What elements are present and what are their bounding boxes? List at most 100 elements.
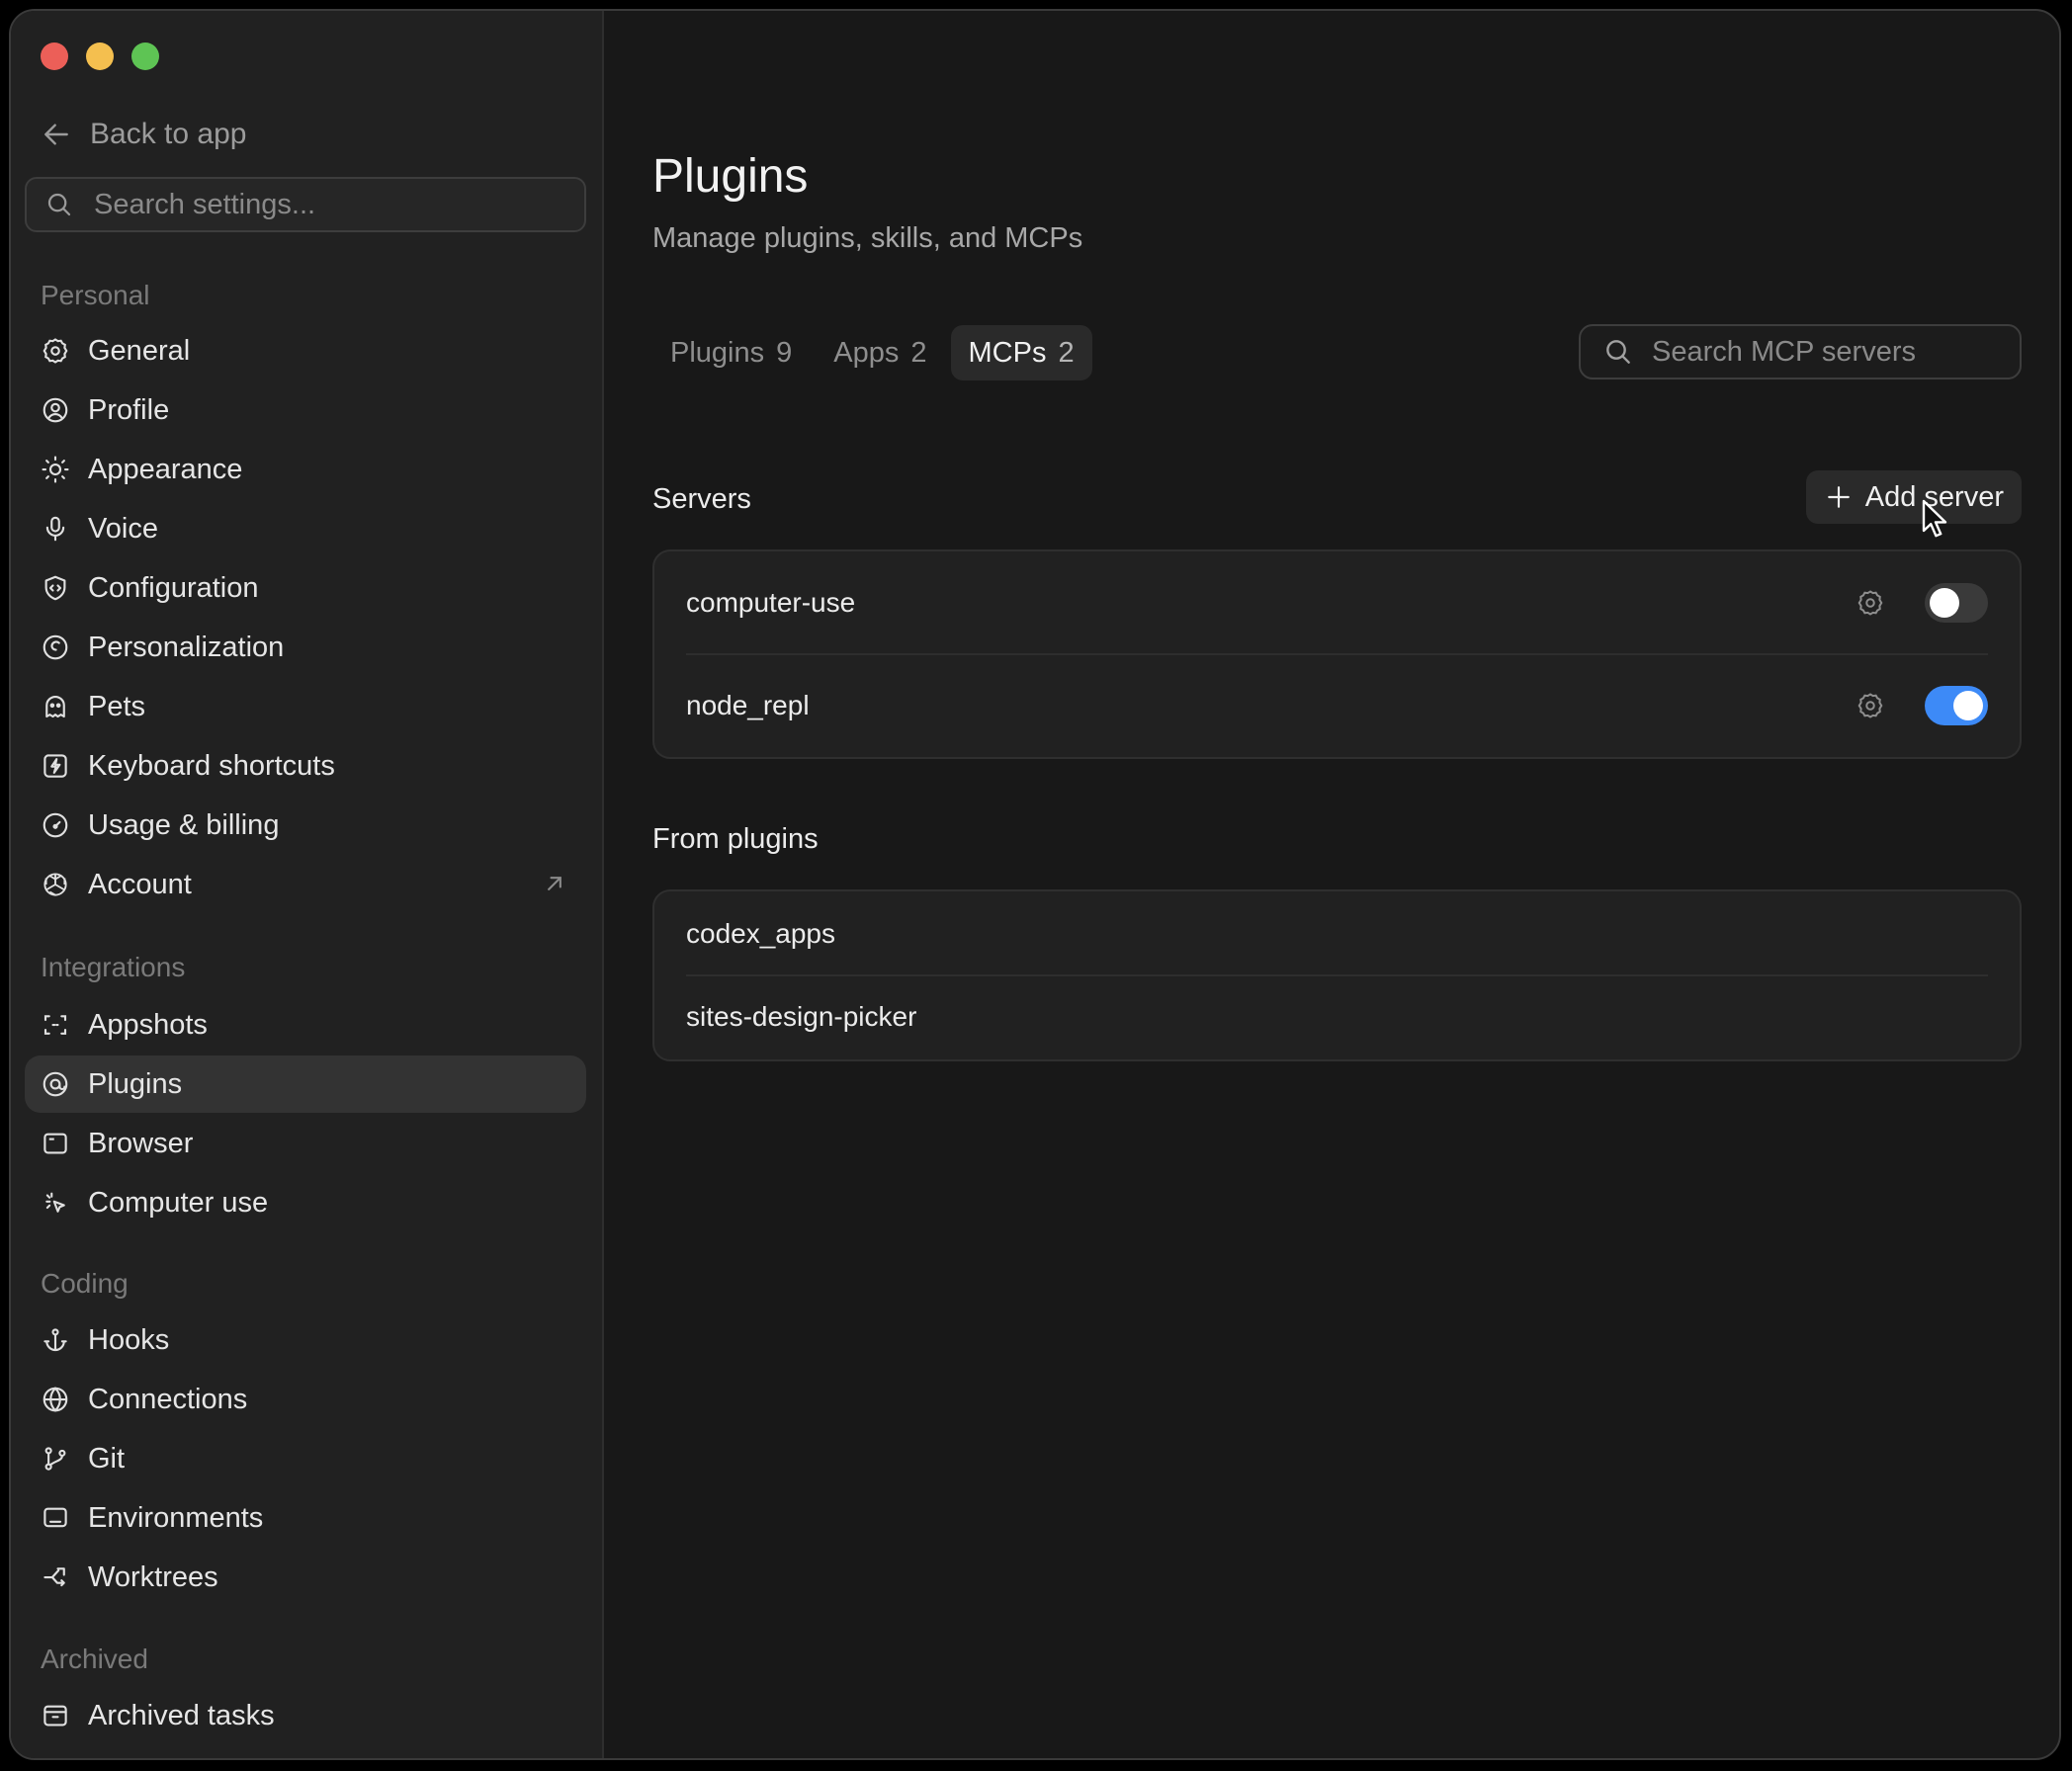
anchor-icon (43, 1328, 67, 1352)
gauge-icon (43, 812, 68, 838)
sidebar-item-environments[interactable]: Environments (25, 1489, 586, 1547)
server-row-computer-use: computer-use (686, 575, 1988, 631)
sidebar-item-label: Personalization (88, 631, 285, 663)
shield-code-icon (44, 575, 66, 601)
tab-plugins[interactable]: Plugins 9 (652, 325, 810, 380)
ghost-icon (45, 695, 65, 718)
search-icon (47, 193, 71, 216)
sidebar-item-git[interactable]: Git (25, 1430, 586, 1487)
tab-label: Apps (833, 336, 900, 369)
server-toggle[interactable] (1925, 583, 1988, 623)
sidebar-item-usage-billing[interactable]: Usage & billing (25, 797, 586, 854)
mcp-search[interactable] (1579, 324, 2022, 380)
tab-mcps[interactable]: MCPs 2 (950, 325, 1092, 380)
sidebar-item-appearance[interactable]: Appearance (25, 441, 586, 498)
tab-count: 2 (910, 336, 927, 369)
servers-card: computer-use node_repl (652, 549, 2022, 759)
tab-bar: Plugins 9 Apps 2 MCPs 2 (652, 325, 1092, 380)
mcp-search-input[interactable] (1650, 334, 2010, 370)
add-server-button[interactable]: Add server (1805, 470, 2022, 524)
close-window-button[interactable] (41, 42, 68, 70)
sidebar-item-label: Connections (88, 1383, 248, 1415)
server-toggle[interactable] (1925, 686, 1988, 725)
archive-box-icon (43, 1705, 67, 1727)
minimize-window-button[interactable] (86, 42, 114, 70)
sidebar-item-appshots[interactable]: Appshots (25, 996, 586, 1054)
sidebar-item-browser[interactable]: Browser (25, 1115, 586, 1172)
cursor-click-icon (45, 1192, 65, 1213)
settings-window: Back to app Personal General Profile App… (9, 9, 2061, 1760)
sidebar-item-label: Keyboard shortcuts (88, 749, 335, 782)
toggle-knob (1953, 691, 1983, 720)
external-link-icon (548, 877, 561, 890)
screenshot-frame-icon (43, 1015, 67, 1035)
servers-heading: Servers (652, 483, 751, 515)
sidebar-item-label: Worktrees (88, 1560, 218, 1593)
page-subtitle: Manage plugins, skills, and MCPs (652, 222, 1083, 254)
plus-icon (1827, 486, 1850, 508)
arrow-left-icon (44, 124, 68, 145)
tab-count: 9 (776, 336, 793, 369)
sidebar-item-label: Hooks (88, 1323, 170, 1356)
plugin-servers-card: codex_apps sites-design-picker (652, 889, 2022, 1061)
sidebar-item-worktrees[interactable]: Worktrees (25, 1549, 586, 1606)
sidebar-item-pets[interactable]: Pets (25, 678, 586, 735)
sidebar-item-label: Configuration (88, 571, 259, 604)
sidebar-item-label: Appshots (88, 1008, 208, 1041)
sidebar-item-account[interactable]: Account (25, 856, 586, 913)
sidebar-item-label: Profile (88, 393, 170, 426)
branch-arrow-icon (43, 1567, 65, 1587)
sidebar-item-configuration[interactable]: Configuration (25, 559, 586, 617)
section-archived: Archived (41, 1644, 148, 1674)
sidebar-item-label: Account (88, 868, 192, 900)
settings-search[interactable] (25, 177, 586, 232)
mouse-pointer-icon (1922, 499, 1947, 538)
sidebar-item-personalization[interactable]: Personalization (25, 619, 586, 676)
window-controls (41, 42, 159, 70)
settings-search-input[interactable] (92, 187, 551, 222)
sidebar-item-computer-use[interactable]: Computer use (25, 1174, 586, 1231)
sidebar-item-connections[interactable]: Connections (25, 1371, 586, 1428)
sidebar-item-label: Archived tasks (88, 1699, 275, 1731)
sidebar-item-label: Computer use (88, 1186, 269, 1219)
plugin-server-name: codex_apps (686, 918, 836, 949)
section-personal: Personal (41, 280, 150, 310)
gear-icon[interactable] (1856, 691, 1885, 720)
server-name: node_repl (686, 690, 810, 720)
back-to-app-link[interactable]: Back to app (41, 118, 246, 151)
server-row-node-repl: node_repl (686, 678, 1988, 733)
section-integrations: Integrations (41, 952, 186, 982)
sidebar-item-label: Usage & billing (88, 808, 280, 841)
sun-icon (42, 456, 69, 483)
sidebar-item-archived-tasks[interactable]: Archived tasks (25, 1687, 586, 1744)
sidebar-item-voice[interactable]: Voice (25, 500, 586, 557)
sidebar-item-profile[interactable]: Profile (25, 381, 586, 439)
plugin-server-name: sites-design-picker (686, 1001, 917, 1032)
row-divider (686, 653, 1988, 655)
tab-label: Plugins (670, 336, 765, 369)
lightning-square-icon (43, 754, 67, 778)
server-name: computer-use (686, 587, 856, 618)
sidebar-item-general[interactable]: General (25, 322, 586, 380)
toggle-knob (1930, 588, 1959, 618)
microphone-icon (45, 516, 65, 542)
user-circle-icon (43, 397, 68, 423)
gear-icon (43, 338, 68, 364)
zoom-window-button[interactable] (131, 42, 159, 70)
sidebar-item-plugins[interactable]: Plugins (25, 1055, 586, 1113)
laptop-icon (43, 1507, 67, 1528)
gear-icon[interactable] (1856, 588, 1885, 618)
tab-label: MCPs (968, 336, 1047, 369)
plugin-icon (43, 1071, 68, 1097)
sidebar-item-hooks[interactable]: Hooks (25, 1311, 586, 1369)
tab-apps[interactable]: Apps 2 (816, 325, 944, 380)
globe-icon (43, 1387, 68, 1412)
sidebar-item-label: Voice (88, 512, 158, 545)
row-divider (686, 974, 1988, 976)
back-to-app-label: Back to app (90, 118, 247, 150)
tab-count: 2 (1058, 336, 1075, 369)
plugin-server-row: codex_apps (686, 909, 1988, 959)
sidebar-item-label: Browser (88, 1127, 194, 1159)
git-branch-icon (44, 1447, 66, 1471)
sidebar-item-keyboard-shortcuts[interactable]: Keyboard shortcuts (25, 737, 586, 795)
